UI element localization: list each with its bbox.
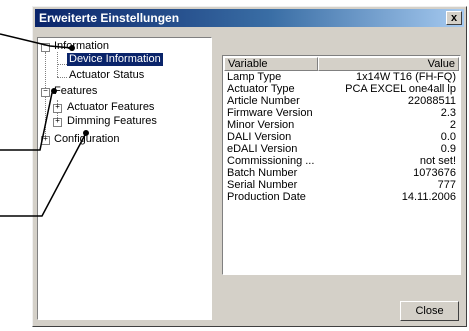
tree-node-label: Actuator Features xyxy=(67,101,155,113)
tree-node-actuator-status[interactable]: Actuator Status xyxy=(38,69,208,82)
cell-value: not set! xyxy=(419,155,456,167)
cell-variable: Production Date xyxy=(227,191,306,203)
tree-node-device-information[interactable]: Device Information xyxy=(38,53,208,66)
cell-value: 14.11.2006 xyxy=(401,191,456,203)
table-row[interactable]: DALI Version 0.0 xyxy=(224,131,459,143)
cell-value: 1x14W T16 (FH-FQ) xyxy=(355,71,456,83)
cell-value: 2.3 xyxy=(440,107,456,119)
cell-value: 777 xyxy=(437,179,456,191)
cell-variable: Article Number xyxy=(227,95,300,107)
table-header: Variable Value xyxy=(224,57,459,71)
table-row[interactable]: eDALI Version 0.9 xyxy=(224,143,459,155)
tree-node-label: Features xyxy=(54,85,98,97)
expand-icon[interactable]: + xyxy=(41,136,50,145)
table-row[interactable]: Commissioning ... not set! xyxy=(224,155,459,167)
table-row[interactable]: Article Number 22088511 xyxy=(224,95,459,107)
tree-node-label: Actuator Status xyxy=(69,69,145,81)
tree-node-dimming-features[interactable]: + Dimming Features xyxy=(38,115,208,128)
collapse-icon[interactable]: − xyxy=(41,88,50,97)
cell-variable: DALI Version xyxy=(227,131,292,143)
expand-icon[interactable]: + xyxy=(53,118,62,127)
cell-variable: Commissioning ... xyxy=(227,155,315,167)
expand-icon[interactable]: + xyxy=(53,104,62,113)
tree-node-label: Configuration xyxy=(54,133,120,145)
table-row[interactable]: Lamp Type 1x14W T16 (FH-FQ) xyxy=(224,71,459,83)
tree-node-actuator-features[interactable]: + Actuator Features xyxy=(38,101,208,114)
column-header-value[interactable]: Value xyxy=(318,57,459,71)
device-info-table[interactable]: Variable Value Lamp Type 1x14W T16 (FH-FQ… xyxy=(222,55,461,275)
cell-value: 22088511 xyxy=(407,95,456,107)
dialog-window: Erweiterte Einstellungen x − Information… xyxy=(32,6,467,327)
tree-node-label: Dimming Features xyxy=(67,115,157,127)
cell-variable: Minor Version xyxy=(227,119,295,131)
cell-value: 1073676 xyxy=(413,167,456,179)
tree-node-configuration[interactable]: + Configuration xyxy=(38,133,208,146)
tree-node-information[interactable]: − Information xyxy=(38,40,208,53)
cell-value: 0.9 xyxy=(440,143,456,155)
table-row[interactable]: Serial Number 777 xyxy=(224,179,459,191)
table-row[interactable]: Production Date 14.11.2006 xyxy=(224,191,459,203)
cell-value: 2 xyxy=(449,119,456,131)
tree-node-label: Device Information xyxy=(67,53,163,66)
cell-variable: Firmware Version xyxy=(227,107,313,119)
table-row[interactable]: Actuator Type PCA EXCEL one4all lp xyxy=(224,83,459,95)
table-row[interactable]: Minor Version 2 xyxy=(224,119,459,131)
collapse-icon[interactable]: − xyxy=(41,43,50,52)
window-title: Erweiterte Einstellungen xyxy=(39,11,180,25)
column-header-variable[interactable]: Variable xyxy=(224,57,318,71)
close-button[interactable]: Close xyxy=(400,301,459,321)
tree-node-label: Information xyxy=(54,40,110,52)
settings-tree[interactable]: − Information Device Information Actuato… xyxy=(37,37,212,320)
close-icon[interactable]: x xyxy=(446,11,462,25)
cell-variable: Actuator Type xyxy=(227,83,295,95)
table-row[interactable]: Batch Number 1073676 xyxy=(224,167,459,179)
cell-variable: Serial Number xyxy=(227,179,298,191)
cell-value: PCA EXCEL one4all lp xyxy=(345,83,456,95)
cell-value: 0.0 xyxy=(440,131,456,143)
tree-node-features[interactable]: − Features xyxy=(38,85,208,98)
table-body: Lamp Type 1x14W T16 (FH-FQ) Actuator Type P… xyxy=(224,71,459,203)
cell-variable: eDALI Version xyxy=(227,143,298,155)
table-row[interactable]: Firmware Version 2.3 xyxy=(224,107,459,119)
cell-variable: Batch Number xyxy=(227,167,298,179)
cell-variable: Lamp Type xyxy=(227,71,282,83)
title-bar[interactable]: Erweiterte Einstellungen x xyxy=(35,9,464,27)
